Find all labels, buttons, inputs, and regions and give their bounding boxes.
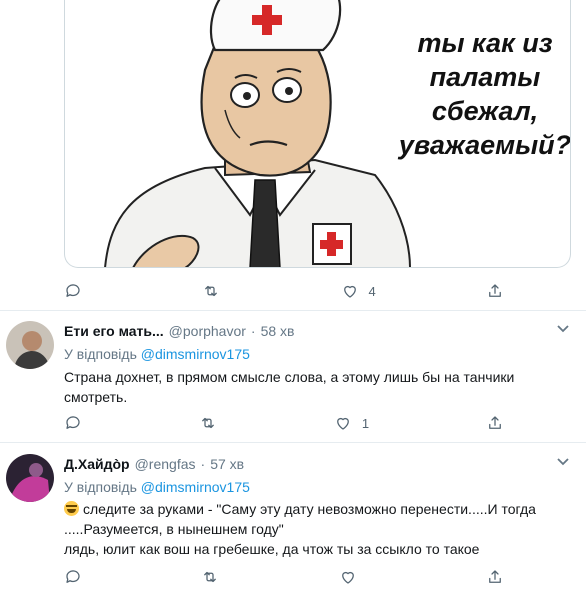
- tweet-text-line-1: следите за руками - "Саму эту дату невоз…: [83, 501, 536, 517]
- like-button[interactable]: 1: [334, 412, 369, 434]
- display-name[interactable]: Д.Хайдòр: [64, 456, 130, 472]
- share-icon: [489, 416, 501, 429]
- meme-caption-line: ты как из: [417, 28, 553, 58]
- reply-button[interactable]: [64, 412, 82, 434]
- tweet-text: следите за руками - "Саму эту дату невоз…: [64, 499, 569, 559]
- tweet-text-line-2: .....Разумеется, в нынешнем году": [64, 521, 284, 537]
- like-count: 4: [368, 283, 376, 299]
- tweet-actions: 1: [64, 412, 504, 434]
- tweet-header: Д.Хайдòр @rengfas · 57 хв: [64, 456, 244, 472]
- chevron-down-icon: [557, 458, 569, 466]
- heart-icon: [343, 285, 356, 298]
- reply-icon: [66, 570, 80, 583]
- avatar-image: [6, 321, 54, 369]
- retweet-icon: [202, 417, 214, 429]
- meme-image[interactable]: ты как из палаты сбежал, уважаемый?: [64, 0, 571, 268]
- retweet-button[interactable]: [199, 412, 217, 434]
- replying-to-prefix: У відповідь: [64, 479, 137, 495]
- reply-tweet[interactable]: Ети его мать... @porphavor · 58 хв У від…: [0, 311, 586, 443]
- more-options-button[interactable]: [556, 321, 570, 335]
- replying-to-prefix: У відповідь: [64, 346, 137, 362]
- like-button[interactable]: [339, 566, 367, 588]
- like-button[interactable]: 4: [341, 280, 376, 302]
- tweet-actions: [64, 566, 504, 588]
- share-button[interactable]: [486, 412, 504, 434]
- avatar[interactable]: [6, 321, 54, 369]
- heart-icon: [336, 417, 349, 430]
- reply-tweet[interactable]: Д.Хайдòр @rengfas · 57 хв У відповідь @d…: [0, 444, 586, 591]
- retweet-icon: [204, 571, 217, 583]
- mention-link[interactable]: @dimsmirnov175: [141, 346, 250, 362]
- timestamp[interactable]: 57 хв: [210, 456, 244, 472]
- meme-caption-line: палаты сбежал,: [429, 62, 541, 126]
- user-handle[interactable]: @porphavor: [169, 323, 246, 339]
- mention-link[interactable]: @dimsmirnov175: [141, 479, 250, 495]
- replying-to: У відповідь @dimsmirnov175: [64, 346, 250, 362]
- reply-icon: [66, 284, 80, 297]
- tweet-header: Ети его мать... @porphavor · 58 хв: [64, 323, 295, 339]
- meme-caption-line: уважаемый?: [398, 130, 571, 160]
- separator-dot: ·: [200, 456, 206, 472]
- retweet-button[interactable]: [201, 566, 219, 588]
- display-name[interactable]: Ети его мать...: [64, 323, 164, 339]
- share-icon: [489, 570, 501, 583]
- tweet-text-line: следите за руками - "Саму эту дату невоз…: [64, 499, 569, 519]
- timestamp[interactable]: 58 хв: [261, 323, 295, 339]
- share-button[interactable]: [486, 280, 504, 302]
- reply-icon: [66, 416, 80, 429]
- more-options-button[interactable]: [556, 454, 570, 468]
- meme-caption: ты как из палаты сбежал, уважаемый?: [385, 26, 571, 162]
- share-icon: [489, 284, 501, 297]
- avatar[interactable]: [6, 454, 54, 502]
- replying-to: У відповідь @dimsmirnov175: [64, 479, 250, 495]
- reply-button[interactable]: [64, 566, 82, 588]
- chevron-down-icon: [557, 325, 569, 333]
- retweet-icon: [205, 285, 218, 297]
- user-handle[interactable]: @rengfas: [135, 456, 196, 472]
- like-count: 1: [361, 415, 370, 431]
- laughing-emoji-icon: [64, 501, 79, 516]
- retweet-button[interactable]: [202, 280, 230, 302]
- tweet-actions: 4: [64, 280, 504, 302]
- tweet-text: Страна дохнет, в прямом смысле слова, а …: [64, 369, 515, 405]
- reply-button[interactable]: [64, 280, 92, 302]
- heart-icon: [341, 571, 354, 584]
- separator-dot: ·: [250, 323, 256, 339]
- share-button[interactable]: [486, 566, 504, 588]
- tweet-text-line-3: лядь, юлит как вош на гребешке, да чтож …: [64, 541, 480, 557]
- tweet-with-image: ты как из палаты сбежал, уважаемый? 4: [0, 0, 586, 311]
- avatar-image: [6, 454, 54, 502]
